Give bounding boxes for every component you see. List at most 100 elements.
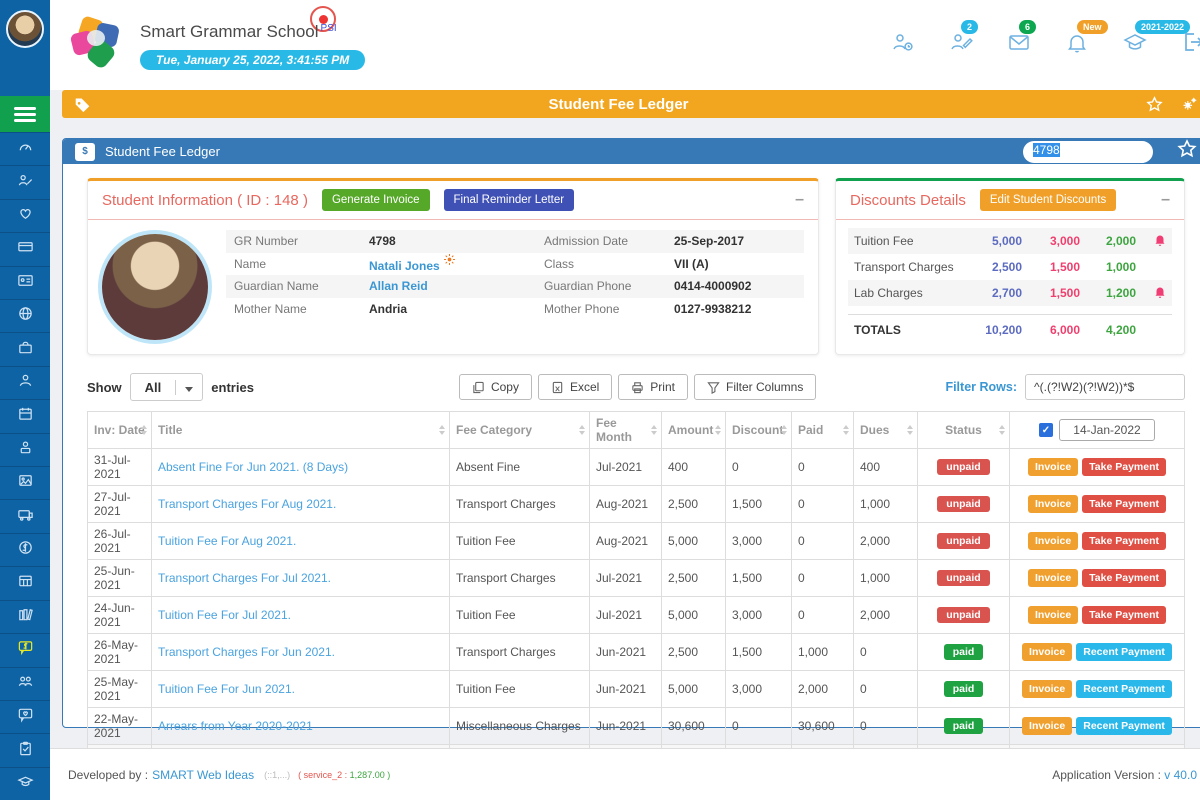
fee-title-link[interactable]: Transport Charges For Jul 2021. (158, 571, 331, 585)
sidebar-item-id-card[interactable] (0, 266, 50, 299)
invoice-button[interactable]: Invoice (1022, 680, 1072, 698)
reminder-bell-icon[interactable] (1136, 286, 1166, 301)
sidebar-item-inventory[interactable] (0, 332, 50, 365)
discount-label: Tuition Fee (854, 234, 960, 248)
recent-payment-button[interactable]: Recent Payment (1076, 717, 1172, 735)
sidebar-item-student-admission[interactable] (0, 165, 50, 198)
excel-button[interactable]: Excel (538, 374, 612, 400)
settings-gears-icon[interactable] (1181, 96, 1198, 113)
sidebar-item-fees[interactable] (0, 533, 50, 566)
filter-columns-button[interactable]: Filter Columns (694, 374, 816, 400)
fee-title-link[interactable]: Arrears from Year 2020-2021 (158, 719, 313, 733)
fee-title-link[interactable]: Tuition Fee For Jun 2021. (158, 682, 295, 696)
cell-discount: 1,500 (726, 560, 792, 597)
final-reminder-button[interactable]: Final Reminder Letter (444, 189, 575, 211)
sidebar-item-student[interactable] (0, 366, 50, 399)
edit-discounts-button[interactable]: Edit Student Discounts (980, 189, 1116, 211)
sidebar-item-users[interactable] (0, 667, 50, 700)
fee-title-link[interactable]: Absent Fine For Jun 2021. (8 Days) (158, 460, 348, 474)
sidebar-item-library[interactable] (0, 600, 50, 633)
recent-payment-button[interactable]: Recent Payment (1076, 680, 1172, 698)
column-header-status[interactable]: Status (918, 412, 1010, 449)
fee-title-link[interactable]: Transport Charges For Aug 2021. (158, 497, 336, 511)
column-header-discount[interactable]: Discount (726, 412, 792, 449)
discount-value: 1,500 (1022, 260, 1080, 274)
cell-actions: InvoiceRecent Payment (1010, 708, 1185, 745)
field-value[interactable]: Natali Jones (369, 254, 544, 273)
admissions-button[interactable]: 2 (949, 30, 973, 54)
recent-payment-button[interactable]: Recent Payment (1076, 643, 1172, 661)
sidebar-item-timetable[interactable] (0, 566, 50, 599)
student-admission-icon (17, 172, 34, 194)
sidebar-item-fee-ledger[interactable] (0, 633, 50, 666)
column-header-title[interactable]: Title (152, 412, 450, 449)
generate-invoice-button[interactable]: Generate Invoice (322, 189, 430, 211)
take-payment-button[interactable]: Take Payment (1082, 569, 1166, 587)
sidebar-item-gallery[interactable] (0, 466, 50, 499)
invoice-button[interactable]: Invoice (1022, 717, 1072, 735)
sidebar-item-transport[interactable] (0, 499, 50, 532)
column-header-paid[interactable]: Paid (792, 412, 854, 449)
invoice-button[interactable]: Invoice (1028, 458, 1078, 476)
discount-row: Transport Charges2,5001,5001,000 (848, 254, 1172, 280)
copy-button[interactable]: Copy (459, 374, 532, 400)
favorite-star-icon[interactable] (1146, 96, 1163, 113)
cell-inv-date: 22-May-2021 (88, 708, 152, 745)
session-button[interactable]: 2021-2022 (1123, 30, 1147, 54)
fee-title-link[interactable]: Tuition Fee For Jul 2021. (158, 608, 291, 622)
cell-paid: 0 (792, 486, 854, 523)
cell-title: Arrears from Year 2020-2021 (152, 708, 450, 745)
print-button[interactable]: Print (618, 374, 688, 400)
collapse-discounts-card-button[interactable]: – (1161, 191, 1170, 209)
sidebar-item-attendance[interactable] (0, 399, 50, 432)
gr-search-input[interactable]: 4798 (1023, 141, 1153, 163)
sidebar-item-exam[interactable] (0, 733, 50, 766)
notifications-button[interactable]: New (1065, 30, 1089, 54)
logout-icon (1181, 30, 1200, 54)
fee-table-row: 26-Jul-2021Tuition Fee For Aug 2021.Tuit… (88, 523, 1185, 560)
messages-badge: 6 (1019, 20, 1036, 34)
column-header-fee-category[interactable]: Fee Category (450, 412, 590, 449)
menu-toggle-button[interactable] (0, 96, 50, 132)
user-avatar[interactable] (6, 10, 44, 48)
take-payment-button[interactable]: Take Payment (1082, 532, 1166, 550)
column-header-inv-date[interactable]: Inv: Date (88, 412, 152, 449)
invoice-button[interactable]: Invoice (1028, 495, 1078, 513)
field-value[interactable]: Allan Reid (369, 279, 544, 293)
column-header-fee-month[interactable]: Fee Month (590, 412, 662, 449)
messages-button[interactable]: 6 (1007, 30, 1031, 54)
fee-table-row: 27-Jul-2021Transport Charges For Aug 202… (88, 486, 1185, 523)
visitor-log-button[interactable] (891, 30, 915, 54)
column-header-amount[interactable]: Amount (662, 412, 726, 449)
logout-button[interactable] (1181, 30, 1200, 54)
take-payment-button[interactable]: Take Payment (1082, 458, 1166, 476)
take-payment-button[interactable]: Take Payment (1082, 606, 1166, 624)
entries-select[interactable]: All (130, 373, 204, 401)
company-link[interactable]: SMART Web Ideas (152, 768, 254, 782)
date-filter-input[interactable] (1059, 419, 1155, 441)
sidebar-item-academics[interactable] (0, 767, 50, 800)
fee-title-link[interactable]: Transport Charges For Jun 2021. (158, 645, 335, 659)
field-value: 4798 (369, 234, 544, 248)
sidebar-item-feedback[interactable] (0, 700, 50, 733)
datetime-pill: Tue, January 25, 2022, 3:41:55 PM (140, 50, 365, 70)
filter-rows-input[interactable] (1025, 374, 1185, 400)
sidebar-item-dashboard[interactable] (0, 132, 50, 165)
invoice-button[interactable]: Invoice (1028, 569, 1078, 587)
date-filter-checkbox[interactable]: ✓ (1039, 423, 1053, 437)
invoice-button[interactable]: Invoice (1028, 606, 1078, 624)
sidebar-item-website[interactable] (0, 299, 50, 332)
field-value: 0414-4000902 (674, 279, 796, 293)
sidebar-item-fee-card[interactable] (0, 232, 50, 265)
cell-discount: 0 (726, 708, 792, 745)
invoice-button[interactable]: Invoice (1022, 643, 1072, 661)
invoice-button[interactable]: Invoice (1028, 532, 1078, 550)
fee-title-link[interactable]: Tuition Fee For Aug 2021. (158, 534, 296, 548)
column-header-dues[interactable]: Dues (854, 412, 918, 449)
sidebar-item-staff[interactable] (0, 433, 50, 466)
sidebar-item-health[interactable] (0, 199, 50, 232)
reminder-bell-icon[interactable] (1136, 234, 1166, 249)
collapse-student-card-button[interactable]: – (795, 191, 804, 209)
panel-star-button[interactable] (1177, 139, 1197, 164)
take-payment-button[interactable]: Take Payment (1082, 495, 1166, 513)
